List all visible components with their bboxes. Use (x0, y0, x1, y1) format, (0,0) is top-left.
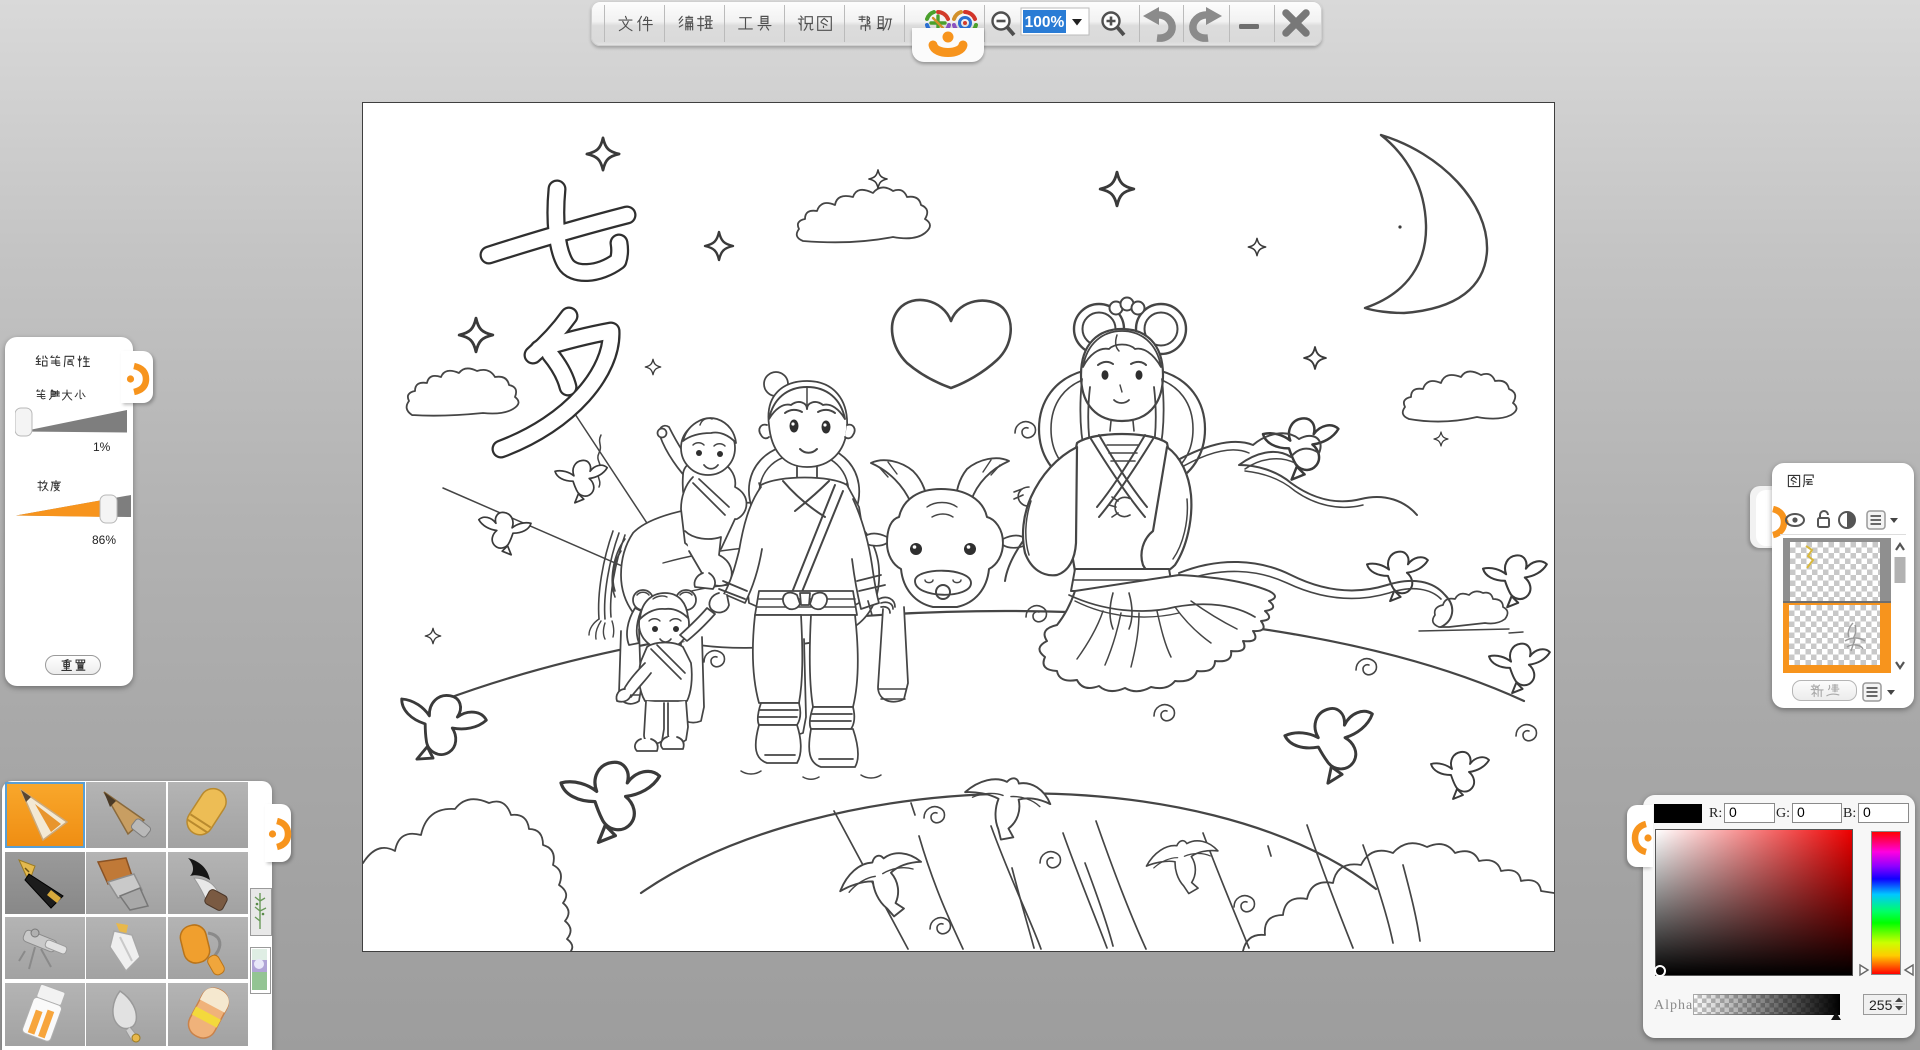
svg-text:100%: 100% (1025, 14, 1065, 31)
